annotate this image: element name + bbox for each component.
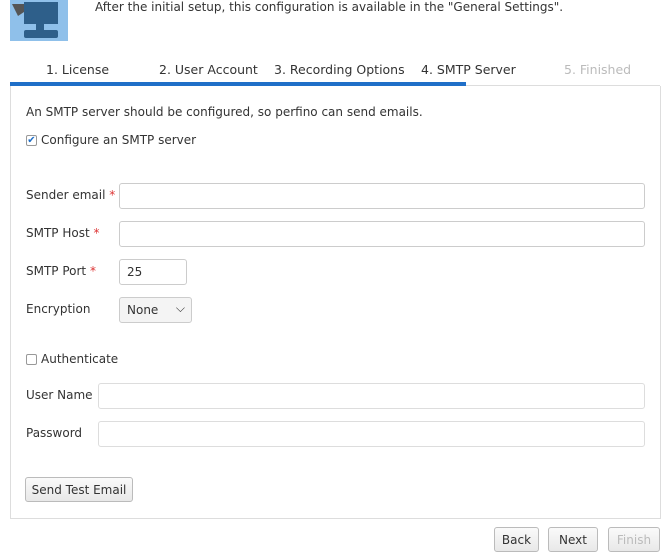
next-button[interactable]: Next: [548, 527, 598, 552]
smtp-port-input[interactable]: 25: [119, 259, 187, 285]
tab-smtp-server[interactable]: 4. SMTP Server: [421, 62, 516, 77]
tab-finished: 5. Finished: [564, 62, 632, 77]
back-button[interactable]: Back: [494, 527, 539, 552]
authenticate-checkbox[interactable]: [26, 354, 37, 365]
smtp-panel: [10, 86, 661, 519]
user-name-input[interactable]: [98, 383, 645, 409]
smtp-port-label: SMTP Port *: [26, 264, 96, 278]
tab-recording-options[interactable]: 3. Recording Options: [274, 62, 405, 77]
tab-license[interactable]: 1. License: [46, 62, 109, 77]
user-name-label: User Name: [26, 388, 93, 402]
password-label: Password: [26, 426, 83, 440]
smtp-host-input[interactable]: [119, 221, 645, 247]
smtp-host-label: SMTP Host *: [26, 226, 100, 240]
password-input[interactable]: [98, 421, 645, 447]
sender-email-input[interactable]: [119, 183, 645, 209]
encryption-select[interactable]: None ⌵: [119, 297, 192, 323]
description: An SMTP server should be configured, so …: [26, 105, 423, 119]
tab-user-account[interactable]: 2. User Account: [159, 62, 258, 77]
computer-logo-icon: [10, 0, 68, 41]
configure-smtp-label: Configure an SMTP server: [41, 133, 197, 147]
finish-button: Finish: [608, 527, 660, 552]
chevron-down-icon: ⌵: [175, 301, 185, 315]
encryption-label: Encryption: [26, 302, 91, 316]
configure-smtp-checkbox[interactable]: ✔: [26, 135, 37, 146]
sender-email-label: Sender email *: [26, 188, 116, 202]
intro-text: After the initial setup, this configurat…: [95, 0, 564, 14]
authenticate-label: Authenticate: [41, 352, 119, 366]
send-test-email-button[interactable]: Send Test Email: [25, 477, 133, 502]
